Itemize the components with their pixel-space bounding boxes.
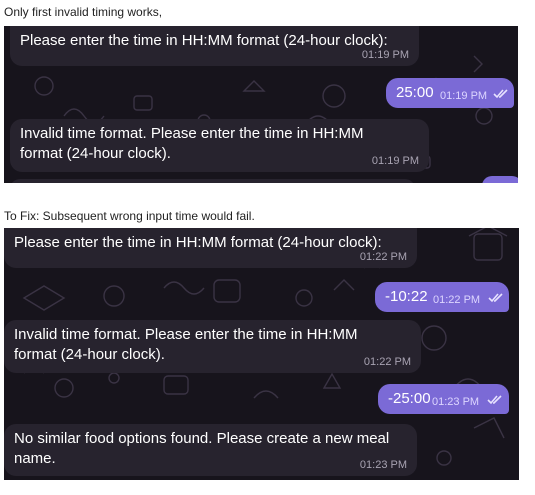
message-text: Invalid time format. Please enter the ti… [14, 326, 358, 363]
double-check-icon [488, 293, 503, 303]
message-text: -25:00 [388, 390, 431, 407]
outgoing-message-partial [482, 176, 518, 183]
message-time: 01:19 PM [361, 49, 409, 61]
incoming-message: Invalid time format. Please enter the ti… [10, 119, 429, 172]
message-text: 25:00 [396, 84, 434, 101]
caption-first-screenshot: Only first invalid timing works, [4, 5, 163, 19]
message-time: 01:19 PM [440, 90, 488, 102]
message-text: Please enter the time in HH:MM format (2… [14, 234, 382, 251]
incoming-message: Invalid time format. Please enter the ti… [4, 320, 421, 373]
message-time: 01:22 PM [359, 251, 407, 263]
double-check-icon [493, 89, 508, 99]
message-time: 01:23 PM [359, 459, 407, 471]
incoming-message: No similar food options found. Please cr… [4, 424, 417, 476]
double-check-icon [487, 395, 502, 405]
incoming-message: Please enter the time in HH:MM format (2… [10, 26, 419, 66]
message-text: No similar food options found. Please cr… [14, 430, 390, 467]
incoming-message-partial [10, 179, 415, 183]
outgoing-message: -25:00 01:23 PM [378, 384, 509, 414]
message-time: 01:22 PM [363, 356, 411, 368]
chat-screenshot-second: Please enter the time in HH:MM format (2… [4, 228, 519, 480]
message-time: 01:19 PM [371, 155, 419, 167]
message-text: Please enter the time in HH:MM format (2… [20, 32, 388, 49]
message-time: 01:23 PM [432, 396, 480, 408]
message-text: Invalid time format. Please enter the ti… [20, 125, 364, 162]
incoming-message: Please enter the time in HH:MM format (2… [4, 228, 417, 268]
chat-screenshot-first: Please enter the time in HH:MM format (2… [4, 26, 518, 183]
outgoing-message: 25:00 01:19 PM [386, 78, 514, 108]
message-text: -10:22 [385, 288, 428, 305]
message-time: 01:22 PM [433, 294, 481, 306]
caption-second-screenshot: To Fix: Subsequent wrong input time woul… [4, 209, 255, 223]
outgoing-message: -10:22 01:22 PM [375, 282, 509, 312]
